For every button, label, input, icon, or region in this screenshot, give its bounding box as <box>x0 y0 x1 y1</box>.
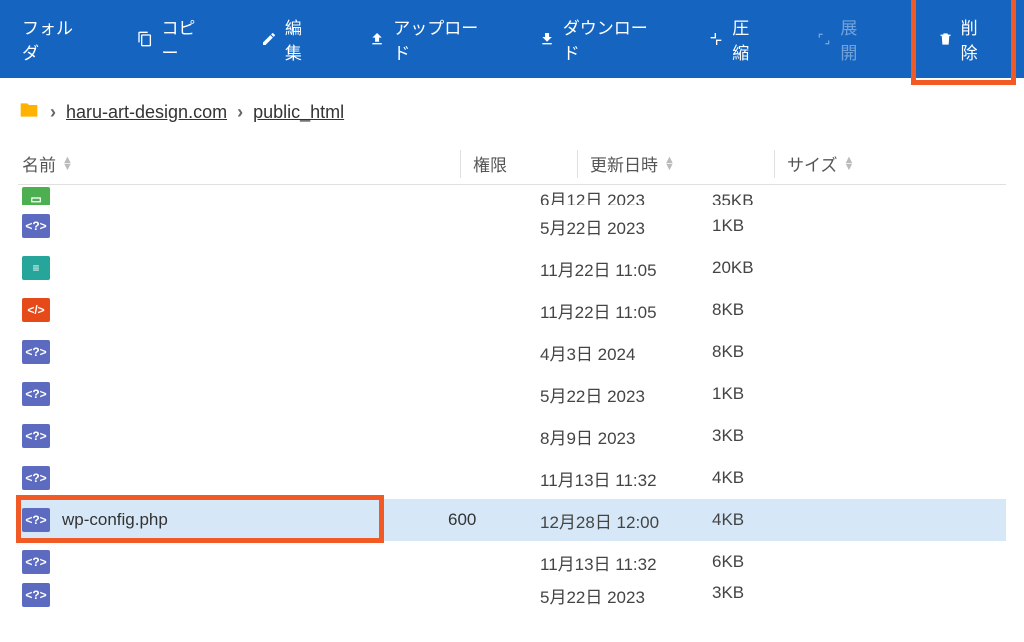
col-header-name[interactable]: 名前 ▲▼ <box>18 151 448 176</box>
breadcrumb-domain[interactable]: haru-art-design.com <box>66 102 227 123</box>
col-header-date[interactable]: 更新日時 ▲▼ <box>590 151 762 176</box>
upload-icon <box>369 30 385 48</box>
delete-highlight: 削除 <box>911 0 1016 85</box>
table-row[interactable]: <?> wp-config.php 60012月28日 12:004KB <box>18 499 1006 541</box>
compress-button[interactable]: 圧縮 <box>694 4 776 74</box>
file-date: 5月22日 2023 <box>540 214 712 239</box>
compress-icon <box>708 30 724 48</box>
folder-root-icon[interactable] <box>18 100 40 125</box>
file-date: 11月22日 11:05 <box>540 298 712 323</box>
table-row[interactable]: <?> 4月3日 20248KB <box>18 331 1006 373</box>
php-file-icon: <?> <box>22 583 50 607</box>
table-row[interactable]: <?> 5月22日 20231KB <box>18 373 1006 415</box>
sort-icon: ▲▼ <box>62 157 73 170</box>
file-permission: 600 <box>448 510 540 530</box>
table-row[interactable]: ≡ 11月22日 11:0520KB <box>18 247 1006 289</box>
file-size: 3KB <box>712 583 832 603</box>
file-name: wp-config.php <box>62 510 168 530</box>
upload-button[interactable]: アップロード <box>355 4 499 74</box>
php-file-icon: <?> <box>22 508 50 532</box>
img-file-icon: ▭ <box>22 187 50 205</box>
copy-button[interactable]: コピー <box>123 4 221 74</box>
table-row[interactable]: <?> 11月13日 11:324KB <box>18 457 1006 499</box>
php-file-icon: <?> <box>22 382 50 406</box>
file-size: 1KB <box>712 384 832 404</box>
file-date: 11月22日 11:05 <box>540 256 712 281</box>
file-date: 6月12日 2023 <box>540 186 712 205</box>
table-row[interactable]: ▭ 6月12日 202335KB <box>18 185 1006 205</box>
file-date: 4月3日 2024 <box>540 340 712 365</box>
download-label: ダウンロード <box>563 14 654 64</box>
file-date: 12月28日 12:00 <box>540 508 712 533</box>
col-header-size[interactable]: サイズ ▲▼ <box>787 151 907 176</box>
file-date: 5月22日 2023 <box>540 583 712 607</box>
table-row[interactable]: <?> 11月13日 11:326KB <box>18 541 1006 583</box>
download-icon <box>539 30 555 48</box>
file-size: 8KB <box>712 300 832 320</box>
table-row[interactable]: <?> 8月9日 20233KB <box>18 415 1006 457</box>
edit-button[interactable]: 編集 <box>247 4 329 74</box>
txt-file-icon: ≡ <box>22 256 50 280</box>
table-body: ▭6月12日 202335KB<?>5月22日 20231KB≡11月22日 1… <box>18 185 1006 607</box>
php-file-icon: <?> <box>22 424 50 448</box>
expand-label: 展開 <box>840 14 870 64</box>
php-file-icon: <?> <box>22 340 50 364</box>
download-button[interactable]: ダウンロード <box>525 4 669 74</box>
file-size: 4KB <box>712 510 832 530</box>
sort-icon: ▲▼ <box>664 157 675 170</box>
toolbar: フォルダ コピー 編集 アップロード ダウンロード 圧縮 展開 削除 <box>0 0 1024 78</box>
html-file-icon: </> <box>22 298 50 322</box>
expand-icon <box>816 30 832 48</box>
expand-button: 展開 <box>802 4 884 74</box>
file-size: 35KB <box>712 191 832 205</box>
table-header: 名前 ▲▼ 権限 更新日時 ▲▼ サイズ ▲▼ <box>18 143 1006 185</box>
breadcrumb-folder[interactable]: public_html <box>253 102 344 123</box>
trash-icon <box>938 30 953 48</box>
file-date: 8月9日 2023 <box>540 424 712 449</box>
php-file-icon: <?> <box>22 214 50 238</box>
file-size: 20KB <box>712 258 832 278</box>
file-size: 4KB <box>712 468 832 488</box>
col-header-perm[interactable]: 権限 <box>473 151 565 176</box>
file-size: 6KB <box>712 552 832 572</box>
file-size: 1KB <box>712 216 832 236</box>
file-size: 8KB <box>712 342 832 362</box>
pencil-icon <box>261 30 277 48</box>
delete-button[interactable]: 削除 <box>924 4 1003 74</box>
folder-button[interactable]: フォルダ <box>8 4 97 74</box>
file-table: 名前 ▲▼ 権限 更新日時 ▲▼ サイズ ▲▼ ▭6月12日 202335KB<… <box>0 143 1024 607</box>
php-file-icon: <?> <box>22 550 50 574</box>
file-size: 3KB <box>712 426 832 446</box>
breadcrumb-separator: › <box>50 102 56 123</box>
edit-label: 編集 <box>285 14 315 64</box>
table-row[interactable]: <?> 5月22日 20231KB <box>18 205 1006 247</box>
breadcrumb-separator: › <box>237 102 243 123</box>
copy-label: コピー <box>161 14 206 64</box>
upload-label: アップロード <box>393 14 484 64</box>
file-date: 11月13日 11:32 <box>540 466 712 491</box>
delete-label: 削除 <box>961 14 989 64</box>
php-file-icon: <?> <box>22 466 50 490</box>
breadcrumb: › haru-art-design.com › public_html <box>0 78 1024 143</box>
compress-label: 圧縮 <box>732 14 762 64</box>
folder-label: フォルダ <box>22 14 83 64</box>
table-row[interactable]: </> 11月22日 11:058KB <box>18 289 1006 331</box>
sort-icon: ▲▼ <box>844 157 855 170</box>
copy-icon <box>137 30 153 48</box>
file-date: 5月22日 2023 <box>540 382 712 407</box>
table-row[interactable]: <?> 5月22日 20233KB <box>18 583 1006 607</box>
file-date: 11月13日 11:32 <box>540 550 712 575</box>
